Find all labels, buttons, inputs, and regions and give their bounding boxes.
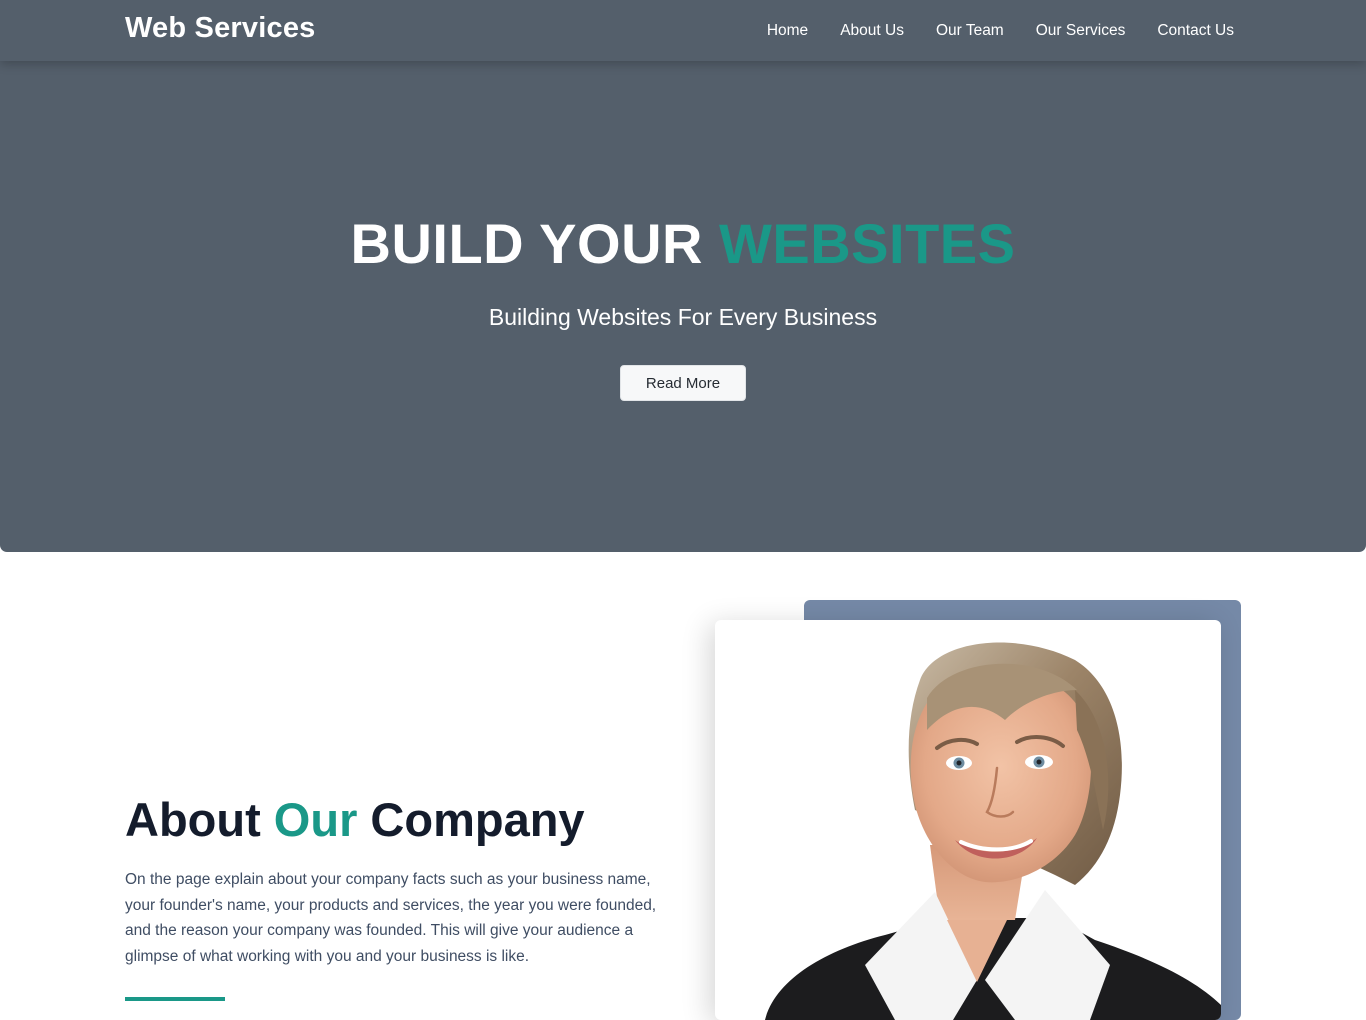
about-title: About Our Company	[125, 792, 585, 847]
brand-logo[interactable]: Web Services	[125, 12, 315, 45]
about-title-company: Company	[370, 793, 585, 846]
about-divider	[125, 997, 225, 1001]
nav-menu: Home About Us Our Team Our Services Cont…	[735, 0, 1234, 61]
nav-link-home[interactable]: Home	[767, 22, 808, 40]
hero-title-main: BUILD YOUR	[350, 212, 703, 275]
hero-title-accent: WEBSITES	[719, 212, 1016, 275]
nav-link-contact[interactable]: Contact Us	[1157, 22, 1234, 40]
about-title-about: About	[125, 793, 261, 846]
hero-subtitle: Building Websites For Every Business	[488, 304, 878, 330]
nav-item-services: Our Services	[1004, 22, 1126, 40]
nav-item-about: About Us	[808, 22, 904, 40]
hero-section: BUILD YOUR WEBSITES Building Websites Fo…	[0, 61, 1366, 552]
nav-link-about[interactable]: About Us	[840, 22, 904, 40]
nav-item-home: Home	[735, 22, 808, 40]
nav-item-team: Our Team	[904, 22, 1004, 40]
nav-item-contact: Contact Us	[1125, 22, 1234, 40]
team-photo	[715, 620, 1221, 1020]
hero-title: BUILD YOUR WEBSITES	[0, 211, 1366, 276]
navbar: Web Services Home About Us Our Team Our …	[0, 0, 1366, 61]
about-paragraph: On the page explain about your company f…	[125, 871, 657, 965]
about-title-accent: Our	[273, 793, 358, 846]
read-more-button[interactable]: Read More	[620, 365, 746, 401]
nav-link-services[interactable]: Our Services	[1036, 22, 1126, 40]
nav-link-team[interactable]: Our Team	[936, 22, 1004, 40]
woman-portrait-image	[765, 642, 1221, 1020]
